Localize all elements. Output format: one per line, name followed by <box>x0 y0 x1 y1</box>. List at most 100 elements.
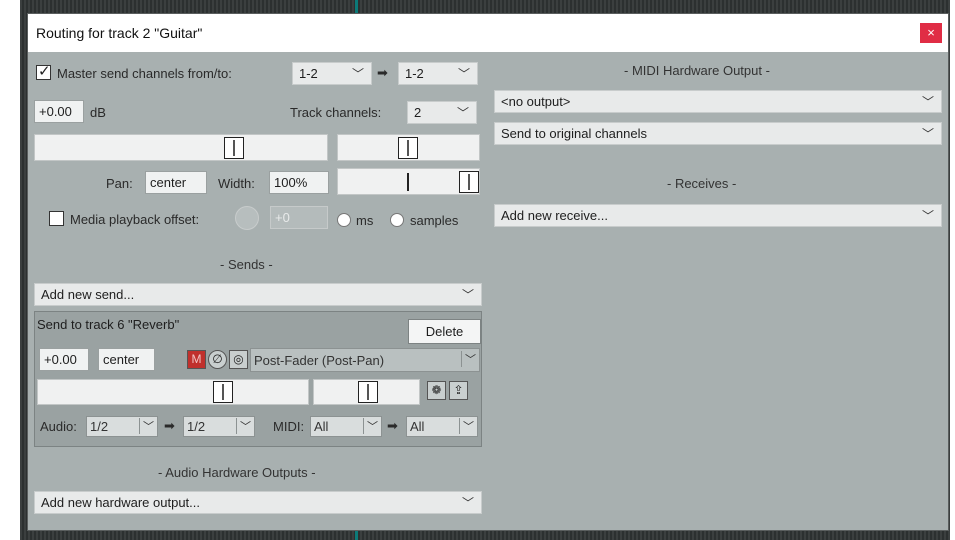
master-from-select[interactable]: 1-2 ﹀ <box>292 62 372 85</box>
send-midi-to-value: All <box>410 419 425 434</box>
send-pan-knob[interactable] <box>358 381 378 403</box>
add-send-label: Add new send... <box>41 287 135 302</box>
master-send-label: Master send channels from/to: <box>57 66 232 81</box>
send-pan-fader[interactable] <box>313 379 420 405</box>
mute-icon: M <box>191 352 202 366</box>
midi-hw-title: - MIDI Hardware Output - <box>624 63 770 78</box>
master-to-value: 1-2 <box>405 66 424 81</box>
volume-input[interactable]: +0.00 <box>34 100 84 123</box>
chevron-down-icon: ﹀ <box>139 418 154 434</box>
send-audio-to-select[interactable]: 1/2 ﹀ <box>183 416 255 437</box>
chevron-down-icon: ﹀ <box>921 127 934 141</box>
title-bar: Routing for track 2 "Guitar" × <box>28 14 948 52</box>
mono-stereo-button[interactable]: ◎ <box>229 350 248 369</box>
pan-fader[interactable] <box>337 134 480 161</box>
mute-button[interactable]: M <box>187 350 206 369</box>
send-mode-select[interactable]: Post-Fader (Post-Pan) ﹀ <box>250 348 480 372</box>
width-input[interactable]: 100% <box>269 171 329 194</box>
add-hw-output-select[interactable]: Add new hardware output... ﹀ <box>34 491 482 514</box>
close-button[interactable]: × <box>920 23 942 43</box>
pan-fader-knob[interactable] <box>398 137 418 159</box>
chevron-down-icon: ﹀ <box>921 95 934 109</box>
midi-channels-value: Send to original channels <box>501 126 647 141</box>
chevron-down-icon: ﹀ <box>461 351 476 367</box>
send-volume-knob[interactable] <box>213 381 233 403</box>
track-channels-select[interactable]: 2 ﹀ <box>407 101 477 124</box>
add-receive-label: Add new receive... <box>501 208 608 223</box>
close-icon: × <box>927 25 935 40</box>
samples-radio[interactable] <box>390 213 404 227</box>
send-automation-button[interactable]: ⇪ <box>449 381 468 400</box>
add-send-select[interactable]: Add new send... ﹀ <box>34 283 482 306</box>
chevron-down-icon: ﹀ <box>457 67 470 81</box>
phase-invert-button[interactable]: ∅ <box>208 350 227 369</box>
width-center-mark <box>407 173 409 191</box>
send-pan-value: center <box>103 352 140 367</box>
arrow-right-icon: ➡ <box>377 65 388 80</box>
automation-icon: ⇪ <box>453 383 464 397</box>
master-from-value: 1-2 <box>299 66 318 81</box>
track-channels-value: 2 <box>414 105 422 120</box>
add-hw-output-label: Add new hardware output... <box>41 495 200 510</box>
master-to-select[interactable]: 1-2 ﹀ <box>398 62 478 85</box>
chevron-down-icon: ﹀ <box>456 106 469 120</box>
width-fader[interactable] <box>337 168 480 195</box>
master-send-checkbox[interactable]: ✓ <box>36 63 51 80</box>
send-audio-from-select[interactable]: 1/2 ﹀ <box>86 416 158 437</box>
send-midi-to-select[interactable]: All ﹀ <box>406 416 478 437</box>
stereo-icon: ◎ <box>233 352 244 366</box>
delete-send-button[interactable]: Delete <box>408 319 481 344</box>
volume-value: +0.00 <box>39 104 72 119</box>
media-offset-input[interactable]: +0 <box>270 206 328 229</box>
send-volume-fader[interactable] <box>37 379 309 405</box>
volume-unit: dB <box>90 105 106 120</box>
receives-title: - Receives - <box>667 176 737 191</box>
send-midi-from-select[interactable]: All ﹀ <box>310 416 382 437</box>
send-mode-value: Post-Fader (Post-Pan) <box>254 353 385 368</box>
sends-title: - Sends - <box>220 257 273 272</box>
chevron-down-icon: ﹀ <box>459 418 474 434</box>
send-panel: Send to track 6 "Reverb" Delete +0.00 ce… <box>34 311 482 447</box>
width-label: Width: <box>218 176 255 191</box>
media-offset-value: +0 <box>275 210 290 225</box>
routing-dialog: Routing for track 2 "Guitar" × ✓ Master … <box>27 13 949 531</box>
chevron-down-icon: ﹀ <box>461 288 474 302</box>
volume-fader-knob[interactable] <box>224 137 244 159</box>
volume-fader[interactable] <box>34 134 328 161</box>
send-envelope-button[interactable]: ❁ <box>427 381 446 400</box>
send-audio-from-value: 1/2 <box>90 419 109 434</box>
send-volume-value: +0.00 <box>44 352 77 367</box>
add-receive-select[interactable]: Add new receive... ﹀ <box>494 204 942 227</box>
dialog-title: Routing for track 2 "Guitar" <box>36 25 203 41</box>
midi-output-select[interactable]: <no output> ﹀ <box>494 90 942 113</box>
ms-radio[interactable] <box>337 213 351 227</box>
pan-input[interactable]: center <box>145 171 207 194</box>
chevron-down-icon: ﹀ <box>236 418 251 434</box>
checkmark-icon: ✓ <box>38 63 51 80</box>
send-audio-to-value: 1/2 <box>187 419 206 434</box>
media-offset-checkbox[interactable] <box>49 211 64 226</box>
envelope-icon: ❁ <box>431 383 442 397</box>
media-offset-label: Media playback offset: <box>70 212 200 227</box>
midi-channels-select[interactable]: Send to original channels ﹀ <box>494 122 942 145</box>
arrow-right-icon: ➡ <box>387 418 398 433</box>
send-pan-input[interactable]: center <box>98 348 155 371</box>
samples-label: samples <box>410 213 459 228</box>
send-midi-from-value: All <box>314 419 329 434</box>
track-channels-label: Track channels: <box>290 105 382 120</box>
pan-value: center <box>150 175 187 190</box>
ms-label: ms <box>356 213 374 228</box>
width-value: 100% <box>274 175 308 190</box>
midi-output-value: <no output> <box>501 94 571 109</box>
arrow-right-icon: ➡ <box>164 418 175 433</box>
audio-hw-title: - Audio Hardware Outputs - <box>158 465 316 480</box>
send-midi-label: MIDI: <box>273 419 305 434</box>
send-name: Send to track 6 "Reverb" <box>37 317 180 332</box>
send-audio-label: Audio: <box>40 419 77 434</box>
width-fader-knob[interactable] <box>459 171 479 193</box>
chevron-down-icon: ﹀ <box>461 496 474 510</box>
chevron-down-icon: ﹀ <box>921 209 934 223</box>
send-volume-input[interactable]: +0.00 <box>39 348 89 371</box>
phase-icon: ∅ <box>212 352 223 366</box>
offset-knob[interactable] <box>235 206 259 230</box>
